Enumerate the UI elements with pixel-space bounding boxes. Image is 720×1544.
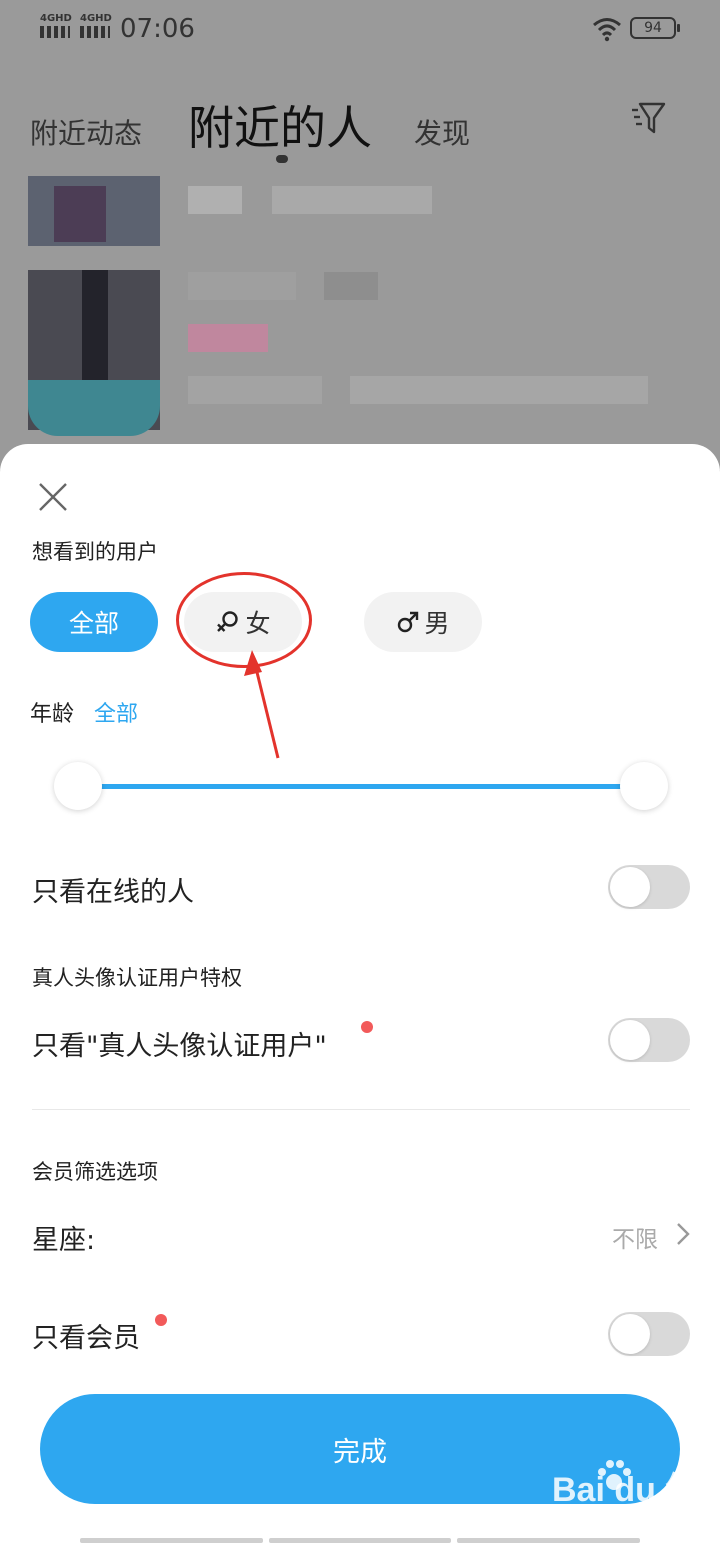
blurred-avatar — [54, 186, 106, 242]
age-slider-min-handle[interactable] — [54, 762, 102, 810]
top-tabs: 附近动态 附近的人 发现 — [0, 80, 720, 170]
filter-sheet: 想看到的用户 全部 女 男 年龄 全部 只看在线的人 真人头像认证用户特权 只看… — [0, 444, 720, 1544]
tab-discover[interactable]: 发现 — [414, 112, 470, 152]
gender-all-button[interactable]: 全部 — [30, 592, 158, 652]
verified-only-toggle[interactable] — [608, 1018, 690, 1062]
male-icon — [398, 611, 419, 633]
signal-bars-icon — [80, 26, 110, 38]
signal-indicator-1: 4GHD — [40, 14, 72, 38]
background-page: 4GHD 4GHD 07:06 94 附近动态 附近的人 发现 — [0, 0, 720, 470]
blurred-avatar — [82, 270, 108, 390]
blurred-text — [188, 272, 296, 300]
constellation-label: 星座: — [32, 1225, 96, 1256]
gender-male-button[interactable]: 男 — [364, 592, 482, 652]
member-section-title: 会员筛选选项 — [32, 1160, 158, 1184]
blurred-text — [188, 376, 322, 404]
clock: 07:06 — [120, 14, 195, 44]
blurred-tag — [188, 324, 268, 352]
verified-only-label: 只看"真人头像认证用户" — [32, 1031, 327, 1062]
wifi-icon — [593, 18, 621, 42]
age-label: 年龄 — [30, 702, 75, 727]
blurred-text — [350, 376, 648, 404]
online-only-toggle[interactable] — [608, 865, 690, 909]
annotation-arrow-icon — [244, 650, 280, 759]
gender-male-label: 男 — [424, 609, 450, 638]
online-only-label: 只看在线的人 — [32, 877, 194, 908]
blurred-avatar — [28, 380, 160, 436]
signal-bars-icon — [40, 26, 70, 38]
toggle-knob — [610, 1314, 650, 1354]
watermark-url: jingyan.baidu.com — [552, 1510, 672, 1525]
toggle-knob — [610, 1020, 650, 1060]
members-only-toggle[interactable] — [608, 1312, 690, 1356]
chevron-right-icon[interactable] — [676, 1222, 690, 1246]
constellation-value[interactable]: 不限 — [612, 1220, 658, 1254]
blurred-text — [188, 186, 242, 214]
close-icon[interactable] — [36, 480, 70, 514]
age-value: 全部 — [94, 702, 139, 727]
nav-segment — [268, 1538, 452, 1543]
age-slider-max-handle[interactable] — [620, 762, 668, 810]
battery-indicator: 94 — [630, 17, 680, 39]
members-only-label: 只看会员 — [32, 1323, 140, 1354]
signal-label: 4GHD — [80, 13, 112, 24]
active-tab-indicator — [276, 155, 288, 163]
watermark-brand: Bai du 经验 — [552, 1471, 700, 1544]
blurred-text — [324, 272, 378, 300]
blurred-text — [272, 186, 432, 214]
system-nav-bar — [80, 1538, 641, 1543]
status-bar: 4GHD 4GHD 07:06 94 — [0, 0, 720, 58]
new-badge-dot — [155, 1314, 167, 1326]
new-badge-dot — [361, 1021, 373, 1033]
signal-indicator-2: 4GHD — [80, 14, 112, 38]
age-slider-track[interactable] — [78, 784, 644, 789]
nav-segment — [80, 1538, 263, 1543]
verified-section-title: 真人头像认证用户特权 — [32, 966, 242, 990]
tab-nearby-people[interactable]: 附近的人 — [188, 92, 372, 158]
blurred-user-list — [28, 176, 668, 446]
users-section-title: 想看到的用户 — [32, 540, 158, 564]
filter-icon[interactable] — [628, 98, 668, 138]
divider — [32, 1109, 690, 1110]
toggle-knob — [610, 867, 650, 907]
done-label: 完成 — [333, 1436, 387, 1468]
tab-nearby-feed[interactable]: 附近动态 — [30, 112, 142, 152]
nav-segment — [457, 1538, 641, 1543]
gender-all-label: 全部 — [68, 609, 119, 638]
signal-label: 4GHD — [40, 13, 72, 24]
